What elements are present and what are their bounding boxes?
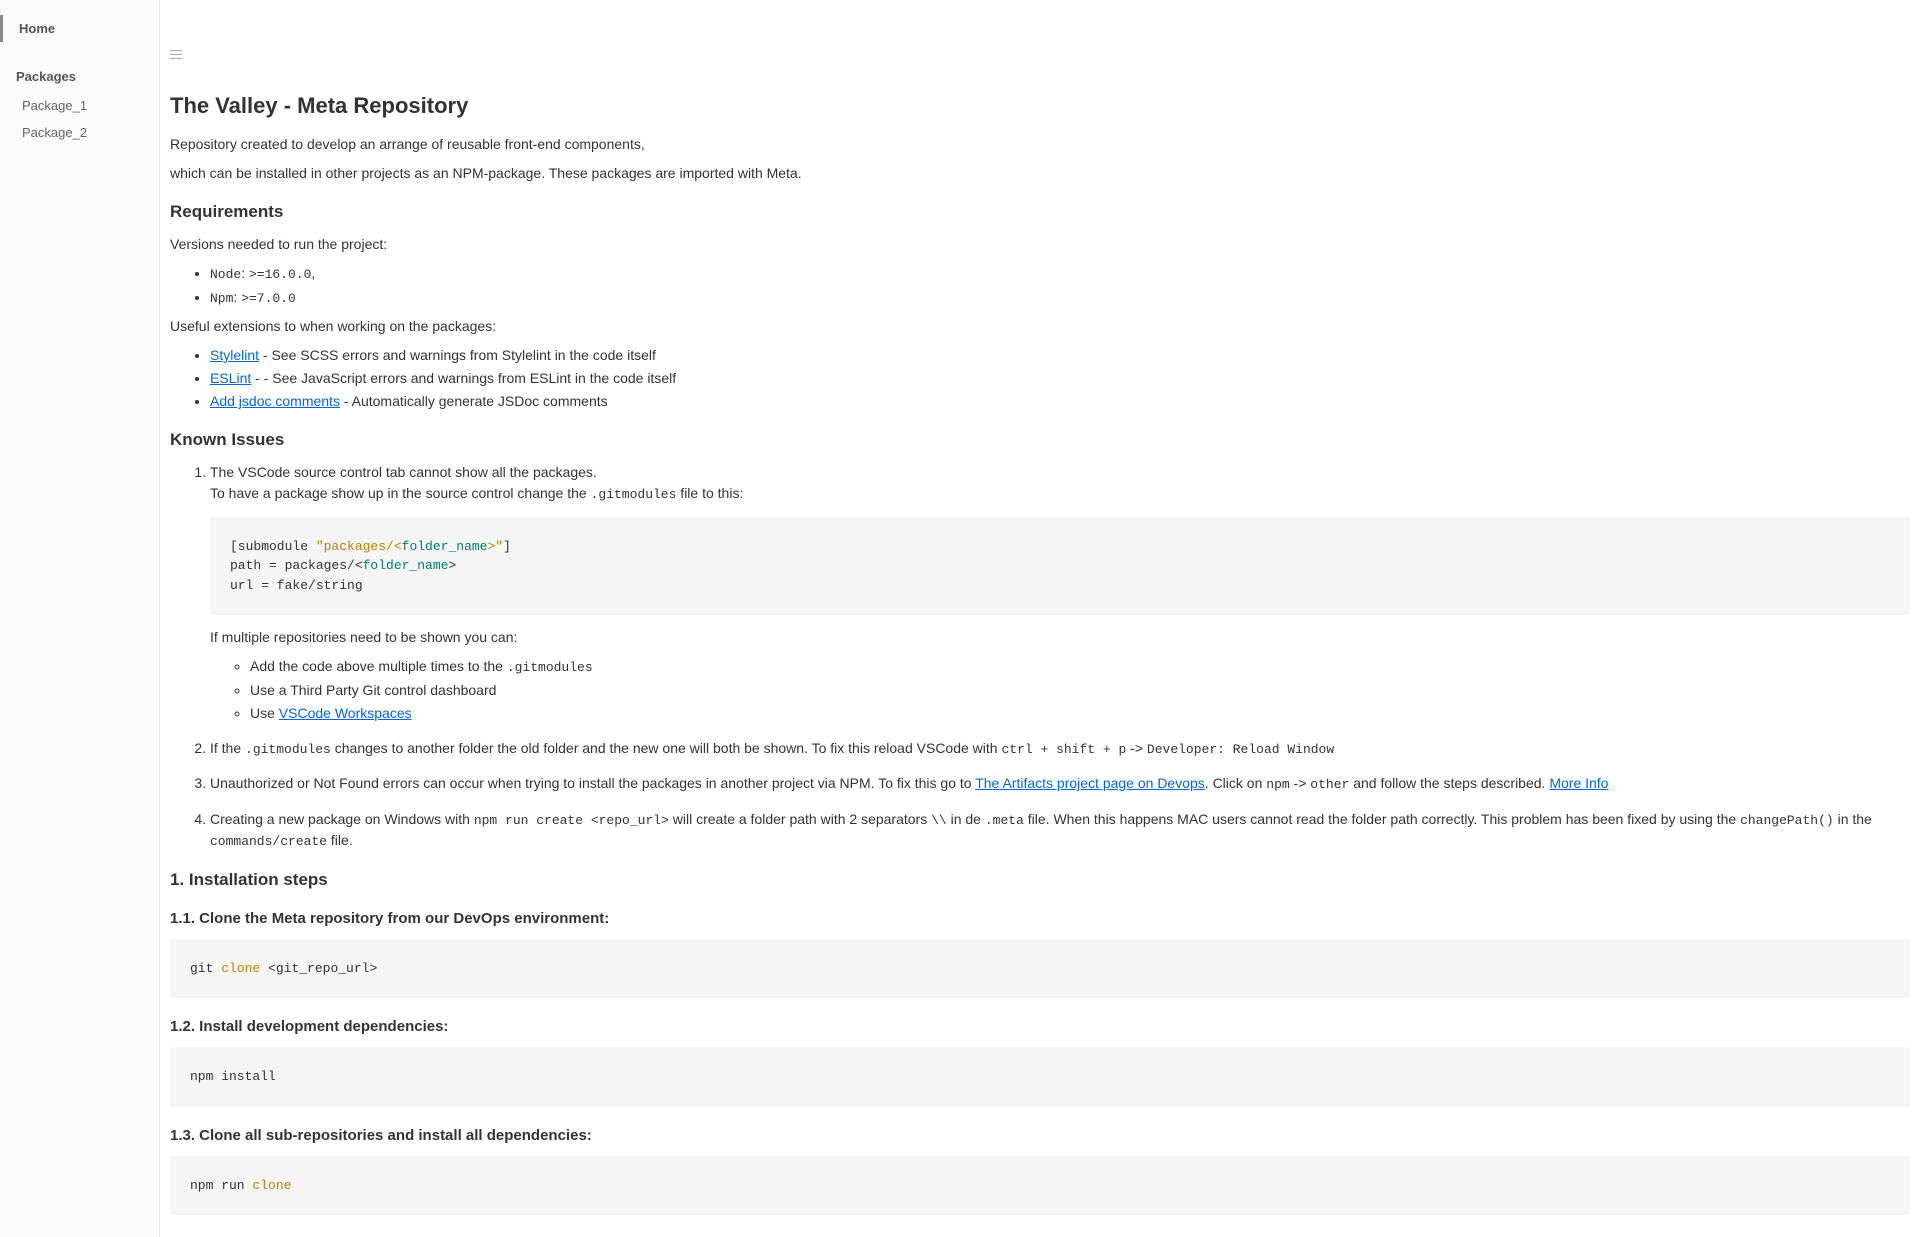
code-inline: .gitmodules xyxy=(507,660,593,675)
requirements-text: Versions needed to run the project: xyxy=(170,234,1910,255)
code-inline: .meta xyxy=(985,813,1024,828)
list-item: If the .gitmodules changes to another fo… xyxy=(210,738,1910,760)
sidebar: Home Packages Package_1 Package_2 xyxy=(0,0,160,1237)
stylelint-link[interactable]: Stylelint xyxy=(210,347,259,363)
menu-icon[interactable] xyxy=(170,50,182,60)
code-block: npm install xyxy=(170,1047,1910,1107)
code-block: npm run clone xyxy=(170,1156,1910,1216)
code-block: [submodule "packages/<folder_name>"] pat… xyxy=(210,517,1910,616)
list-item: Creating a new package on Windows with n… xyxy=(210,809,1910,852)
list-item: Node: >=16.0.0, xyxy=(210,263,1910,285)
code-inline: ctrl + shift + p xyxy=(1001,742,1126,757)
code-node-label: Node xyxy=(210,267,241,282)
code-block: git clone <git_repo_url> xyxy=(170,939,1910,999)
code-inline: .gitmodules xyxy=(245,742,331,757)
list-item: Use a Third Party Git control dashboard xyxy=(250,680,1910,701)
code-inline: npm xyxy=(1266,777,1289,792)
step-heading: 1.2. Install development dependencies: xyxy=(170,1018,1910,1035)
sidebar-home[interactable]: Home xyxy=(0,15,159,42)
extensions-list: Stylelint - See SCSS errors and warnings… xyxy=(170,345,1910,412)
jsdoc-link[interactable]: Add jsdoc comments xyxy=(210,393,340,409)
code-inline: \\ xyxy=(931,813,947,828)
list-item: Use VSCode Workspaces xyxy=(250,703,1910,724)
main-content: The Valley - Meta Repository Repository … xyxy=(160,0,1920,1237)
vscode-workspaces-link[interactable]: VSCode Workspaces xyxy=(279,705,412,721)
issue-text: file to this: xyxy=(676,485,743,501)
list-item: Npm: >=7.0.0 xyxy=(210,287,1910,309)
list-item: ESLint - - See JavaScript errors and war… xyxy=(210,368,1910,389)
list-item: The VSCode source control tab cannot sho… xyxy=(210,462,1910,724)
code-npm-val: >=7.0.0 xyxy=(241,291,296,306)
sidebar-item-package-1[interactable]: Package_1 xyxy=(0,94,159,117)
step-heading: 1.1. Clone the Meta repository from our … xyxy=(170,910,1910,927)
list-item: Add the code above multiple times to the… xyxy=(250,656,1910,678)
ext-desc: - Automatically generate JSDoc comments xyxy=(340,393,608,409)
code-inline: npm run create <repo_url> xyxy=(474,813,669,828)
issue-text: To have a package show up in the source … xyxy=(210,485,591,501)
more-info-link[interactable]: More Info xyxy=(1549,775,1608,791)
intro-text-1: Repository created to develop an arrange… xyxy=(170,134,1910,155)
list-item: Stylelint - See SCSS errors and warnings… xyxy=(210,345,1910,366)
issue-sublist: Add the code above multiple times to the… xyxy=(210,656,1910,724)
code-npm-label: Npm xyxy=(210,291,233,306)
requirements-list: Node: >=16.0.0, Npm: >=7.0.0 xyxy=(170,263,1910,308)
code-inline: .gitmodules xyxy=(591,487,677,502)
known-issues-heading: Known Issues xyxy=(170,430,1910,450)
page-title: The Valley - Meta Repository xyxy=(170,93,1910,119)
list-item: Unauthorized or Not Found errors can occ… xyxy=(210,773,1910,795)
list-item: Add jsdoc comments - Automatically gener… xyxy=(210,391,1910,412)
code-inline: Developer: Reload Window xyxy=(1147,742,1334,757)
eslint-link[interactable]: ESLint xyxy=(210,370,251,386)
code-inline: other xyxy=(1310,777,1349,792)
artifacts-devops-link[interactable]: The Artifacts project page on Devops xyxy=(975,775,1205,791)
installation-heading: 1. Installation steps xyxy=(170,870,1910,890)
issue-text: The VSCode source control tab cannot sho… xyxy=(210,464,597,480)
code-node-val: >=16.0.0 xyxy=(249,267,311,282)
step-heading: 1.3. Clone all sub-repositories and inst… xyxy=(170,1127,1910,1144)
sidebar-section-label: Packages xyxy=(0,67,159,86)
sidebar-item-package-2[interactable]: Package_2 xyxy=(0,121,159,144)
extensions-text: Useful extensions to when working on the… xyxy=(170,316,1910,337)
code-inline: changePath() xyxy=(1740,813,1834,828)
ext-desc: - - See JavaScript errors and warnings f… xyxy=(251,370,676,386)
ext-desc: - See SCSS errors and warnings from Styl… xyxy=(259,347,656,363)
requirements-heading: Requirements xyxy=(170,202,1910,222)
intro-text-2: which can be installed in other projects… xyxy=(170,163,1910,184)
issue-text: If multiple repositories need to be show… xyxy=(210,627,1910,648)
known-issues-list: The VSCode source control tab cannot sho… xyxy=(170,462,1910,852)
code-inline: commands/create xyxy=(210,834,327,849)
